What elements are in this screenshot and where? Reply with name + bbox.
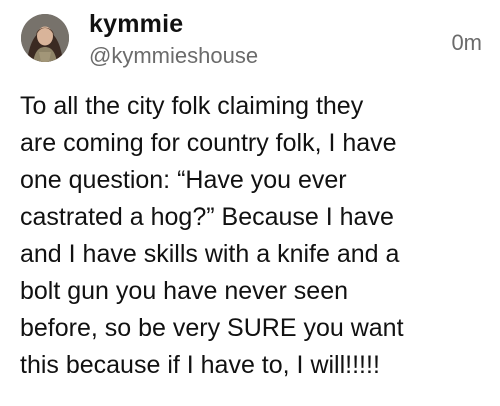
- post-body-line: before, so be very SURE you want: [20, 314, 404, 342]
- post-body-line: castrated a hog?” Because I have: [20, 203, 394, 231]
- post-body-line: are coming for country folk, I have: [20, 129, 397, 157]
- post-body-line: bolt gun you have never seen: [20, 277, 349, 305]
- post-body: To all the city folk claiming they are c…: [20, 88, 490, 384]
- post-body-line: one question: “Have you ever: [20, 166, 347, 194]
- author-display-name[interactable]: kymmie: [89, 10, 183, 39]
- author-handle[interactable]: @kymmieshouse: [89, 43, 258, 69]
- user-avatar-photo-icon: [21, 14, 69, 62]
- post-body-line: this because if I have to, I will!!!!!: [20, 351, 380, 379]
- post-timestamp: 0m: [451, 30, 482, 55]
- post-body-line: and I have skills with a knife and a: [20, 240, 400, 268]
- avatar[interactable]: [21, 14, 69, 62]
- post-card: kymmie @kymmieshouse 0m To all the city …: [0, 0, 500, 406]
- post-body-line: To all the city folk claiming they: [20, 92, 364, 120]
